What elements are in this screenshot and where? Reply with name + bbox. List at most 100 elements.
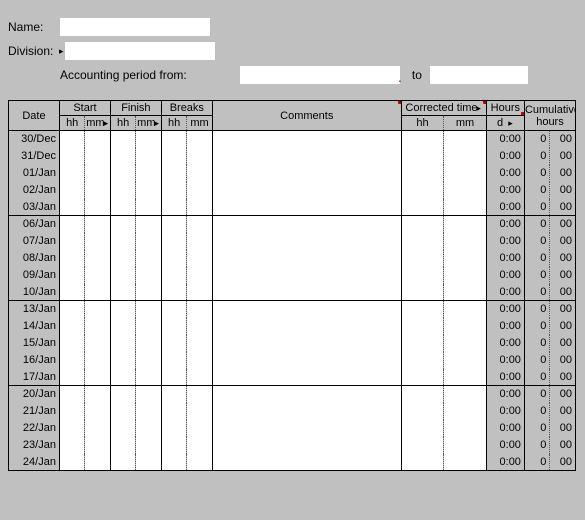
breaks-mm-cell[interactable] — [187, 335, 212, 352]
start-mm-cell[interactable] — [85, 148, 110, 165]
finish-hh-cell[interactable] — [110, 216, 135, 233]
finish-mm-cell[interactable] — [136, 216, 161, 233]
finish-hh-cell[interactable] — [110, 318, 135, 335]
finish-hh-cell[interactable] — [110, 369, 135, 386]
ct-hh-cell[interactable] — [401, 301, 443, 318]
ct-mm-cell[interactable] — [444, 352, 486, 369]
breaks-mm-cell[interactable] — [187, 284, 212, 301]
ct-mm-cell[interactable] — [444, 454, 486, 471]
ct-hh-cell[interactable] — [401, 335, 443, 352]
breaks-mm-cell[interactable] — [187, 148, 212, 165]
ct-mm-cell[interactable] — [444, 284, 486, 301]
comments-cell[interactable] — [212, 250, 401, 267]
start-hh-cell[interactable] — [59, 199, 84, 216]
ct-mm-cell[interactable] — [444, 250, 486, 267]
breaks-mm-cell[interactable] — [187, 420, 212, 437]
breaks-hh-cell[interactable] — [161, 369, 186, 386]
breaks-mm-cell[interactable] — [187, 403, 212, 420]
division-input[interactable] — [65, 42, 215, 60]
start-hh-cell[interactable] — [59, 216, 84, 233]
finish-mm-cell[interactable] — [136, 131, 161, 148]
finish-mm-cell[interactable] — [136, 199, 161, 216]
ct-hh-cell[interactable] — [401, 420, 443, 437]
finish-mm-cell[interactable] — [136, 267, 161, 284]
breaks-mm-cell[interactable] — [187, 369, 212, 386]
finish-mm-cell[interactable] — [136, 165, 161, 182]
ct-hh-cell[interactable] — [401, 148, 443, 165]
breaks-hh-cell[interactable] — [161, 454, 186, 471]
finish-hh-cell[interactable] — [110, 284, 135, 301]
start-hh-cell[interactable] — [59, 369, 84, 386]
breaks-hh-cell[interactable] — [161, 199, 186, 216]
start-mm-cell[interactable] — [85, 182, 110, 199]
start-mm-cell[interactable] — [85, 335, 110, 352]
comments-cell[interactable] — [212, 301, 401, 318]
comments-cell[interactable] — [212, 369, 401, 386]
breaks-mm-cell[interactable] — [187, 216, 212, 233]
comments-cell[interactable] — [212, 182, 401, 199]
comments-cell[interactable] — [212, 403, 401, 420]
finish-mm-cell[interactable] — [136, 284, 161, 301]
name-input[interactable] — [60, 18, 210, 36]
start-hh-cell[interactable] — [59, 148, 84, 165]
start-mm-cell[interactable] — [85, 216, 110, 233]
start-mm-cell[interactable] — [85, 250, 110, 267]
finish-hh-cell[interactable] — [110, 454, 135, 471]
ct-hh-cell[interactable] — [401, 386, 443, 403]
start-mm-cell[interactable] — [85, 386, 110, 403]
period-to-input[interactable] — [430, 66, 528, 84]
finish-mm-cell[interactable] — [136, 352, 161, 369]
period-from-input[interactable] — [240, 66, 400, 84]
ct-hh-cell[interactable] — [401, 369, 443, 386]
breaks-mm-cell[interactable] — [187, 267, 212, 284]
start-hh-cell[interactable] — [59, 420, 84, 437]
finish-hh-cell[interactable] — [110, 250, 135, 267]
breaks-mm-cell[interactable] — [187, 165, 212, 182]
ct-hh-cell[interactable] — [401, 318, 443, 335]
finish-hh-cell[interactable] — [110, 420, 135, 437]
start-mm-cell[interactable] — [85, 437, 110, 454]
comments-cell[interactable] — [212, 267, 401, 284]
comments-cell[interactable] — [212, 199, 401, 216]
ct-mm-cell[interactable] — [444, 369, 486, 386]
ct-mm-cell[interactable] — [444, 148, 486, 165]
start-mm-cell[interactable] — [85, 352, 110, 369]
ct-mm-cell[interactable] — [444, 199, 486, 216]
breaks-hh-cell[interactable] — [161, 148, 186, 165]
breaks-hh-cell[interactable] — [161, 318, 186, 335]
breaks-mm-cell[interactable] — [187, 250, 212, 267]
comments-cell[interactable] — [212, 216, 401, 233]
ct-mm-cell[interactable] — [444, 403, 486, 420]
ct-hh-cell[interactable] — [401, 267, 443, 284]
start-hh-cell[interactable] — [59, 233, 84, 250]
start-mm-cell[interactable] — [85, 318, 110, 335]
start-hh-cell[interactable] — [59, 352, 84, 369]
start-mm-cell[interactable] — [85, 284, 110, 301]
ct-hh-cell[interactable] — [401, 454, 443, 471]
breaks-mm-cell[interactable] — [187, 318, 212, 335]
start-hh-cell[interactable] — [59, 131, 84, 148]
finish-mm-cell[interactable] — [136, 148, 161, 165]
finish-hh-cell[interactable] — [110, 182, 135, 199]
start-hh-cell[interactable] — [59, 284, 84, 301]
start-hh-cell[interactable] — [59, 318, 84, 335]
start-hh-cell[interactable] — [59, 301, 84, 318]
start-hh-cell[interactable] — [59, 454, 84, 471]
start-mm-cell[interactable] — [85, 420, 110, 437]
comments-cell[interactable] — [212, 233, 401, 250]
breaks-hh-cell[interactable] — [161, 267, 186, 284]
start-mm-cell[interactable] — [85, 301, 110, 318]
breaks-mm-cell[interactable] — [187, 301, 212, 318]
ct-hh-cell[interactable] — [401, 199, 443, 216]
comments-cell[interactable] — [212, 335, 401, 352]
start-hh-cell[interactable] — [59, 165, 84, 182]
start-mm-cell[interactable] — [85, 165, 110, 182]
breaks-hh-cell[interactable] — [161, 420, 186, 437]
ct-hh-cell[interactable] — [401, 165, 443, 182]
start-mm-cell[interactable] — [85, 233, 110, 250]
ct-hh-cell[interactable] — [401, 216, 443, 233]
breaks-hh-cell[interactable] — [161, 131, 186, 148]
breaks-hh-cell[interactable] — [161, 250, 186, 267]
start-hh-cell[interactable] — [59, 335, 84, 352]
breaks-mm-cell[interactable] — [187, 386, 212, 403]
